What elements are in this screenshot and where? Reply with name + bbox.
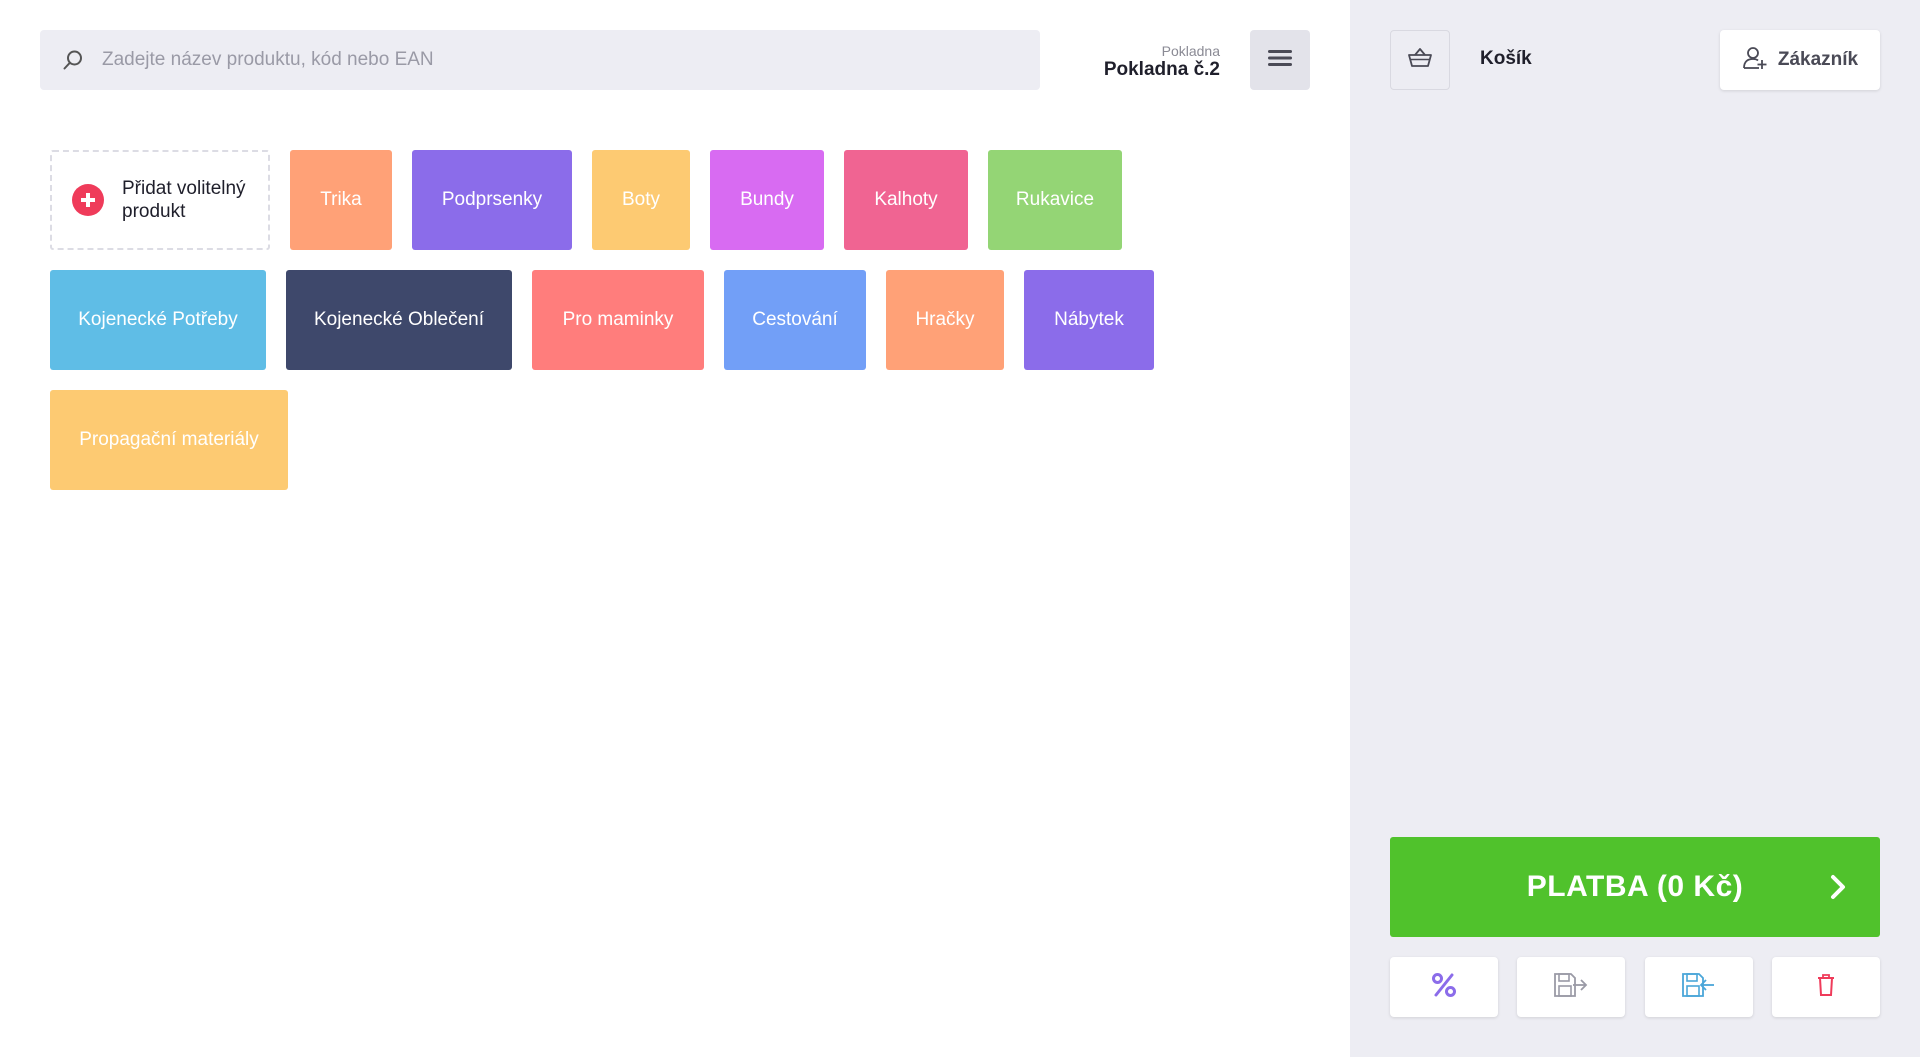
search-input[interactable] — [100, 48, 1020, 72]
category-label: Kojenecké Oblečení — [313, 309, 485, 330]
category-tile[interactable]: Podprsenky — [412, 150, 572, 250]
category-tile[interactable]: Bundy — [710, 150, 824, 250]
category-tile[interactable]: Nábytek — [1024, 270, 1154, 370]
category-row: Přidat volitelný produkt Trika Podprsenk… — [50, 150, 1174, 250]
category-tile[interactable]: Hračky — [886, 270, 1004, 370]
basket-icon — [1407, 47, 1433, 74]
add-user-icon — [1742, 45, 1768, 76]
basket-button[interactable] — [1390, 30, 1450, 90]
category-tile[interactable]: Propagační materiály — [50, 390, 288, 490]
customer-label: Zákazník — [1777, 49, 1859, 70]
category-grid: Přidat volitelný produkt Trika Podprsenk… — [50, 150, 1174, 510]
register-caption: Pokladna — [1161, 43, 1220, 59]
payment-button[interactable]: PLATBA (0 Kč) — [1390, 837, 1880, 937]
category-label: Boty — [621, 189, 661, 210]
discount-button[interactable] — [1390, 957, 1498, 1017]
category-label: Trika — [320, 189, 362, 210]
add-custom-product-button[interactable]: Přidat volitelný produkt — [50, 150, 270, 250]
chevron-right-icon — [1822, 871, 1854, 903]
category-tile[interactable]: Kojenecké Potřeby — [50, 270, 266, 370]
delete-cart-button[interactable] — [1771, 957, 1880, 1017]
category-label: Propagační materiály — [79, 429, 259, 450]
save-cart-button[interactable] — [1517, 957, 1626, 1017]
load-cart-button[interactable] — [1644, 957, 1753, 1017]
payment-label: PLATBA (0 Kč) — [1526, 870, 1744, 903]
customer-button[interactable]: Zákazník — [1720, 30, 1880, 90]
category-row: Kojenecké Potřeby Kojenecké Oblečení Pro… — [50, 270, 1174, 370]
save-export-icon — [1553, 972, 1589, 1003]
category-row: Propagační materiály — [50, 390, 1174, 490]
cart-title: Košík — [1480, 48, 1532, 69]
search-bar[interactable] — [40, 30, 1040, 90]
category-label: Pro maminky — [562, 309, 674, 330]
cart-actions — [1390, 957, 1880, 1017]
category-label: Podprsenky — [441, 189, 543, 210]
add-product-label-line1: Přidat volitelný — [122, 178, 246, 199]
register-name: Pokladna č.2 — [1103, 59, 1220, 80]
category-label: Kalhoty — [874, 189, 938, 210]
save-import-icon — [1681, 972, 1717, 1003]
add-product-label-line2: produkt — [122, 201, 186, 222]
category-label: Hračky — [915, 309, 975, 330]
hamburger-menu-icon — [1267, 48, 1293, 73]
category-tile[interactable]: Kalhoty — [844, 150, 968, 250]
add-product-label: Přidat volitelný produkt — [122, 177, 246, 223]
category-tile[interactable]: Rukavice — [988, 150, 1122, 250]
percent-discount-icon — [1431, 972, 1457, 1003]
pos-app: Pokladna Pokladna č.2 — [0, 0, 1920, 1057]
category-tile[interactable]: Cestování — [724, 270, 866, 370]
category-tile[interactable]: Kojenecké Oblečení — [286, 270, 512, 370]
category-label: Nábytek — [1054, 309, 1124, 330]
cart-sidebar: Košík Zákazník PLATBA (0 Kč) — [1350, 0, 1920, 1057]
category-label: Cestování — [752, 309, 838, 330]
category-label: Bundy — [740, 189, 794, 210]
plus-circle-icon — [72, 184, 104, 216]
category-tile[interactable]: Pro maminky — [532, 270, 704, 370]
trash-icon — [1816, 973, 1836, 1002]
category-label: Kojenecké Potřeby — [78, 309, 238, 330]
menu-button[interactable] — [1250, 30, 1310, 90]
main-panel: Pokladna Pokladna č.2 — [0, 0, 1350, 1057]
search-icon — [60, 47, 86, 73]
category-label: Rukavice — [1015, 189, 1095, 210]
category-tile[interactable]: Boty — [592, 150, 690, 250]
category-tile[interactable]: Trika — [290, 150, 392, 250]
register-info: Pokladna Pokladna č.2 — [1104, 43, 1220, 81]
